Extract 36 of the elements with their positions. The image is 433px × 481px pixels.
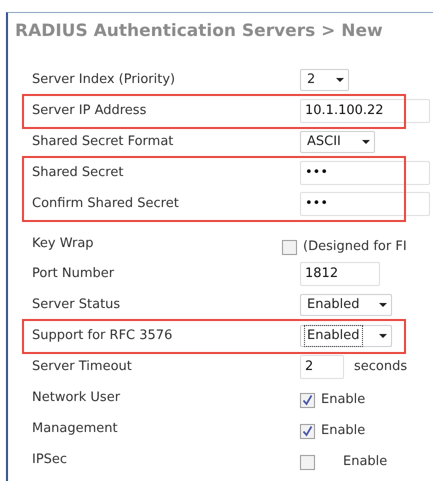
field-label: Port Number: [31, 265, 116, 284]
field-label: Server Status: [31, 296, 122, 314]
field-label: IPSec: [31, 451, 68, 470]
dropdown[interactable]: Enabled: [300, 294, 392, 316]
checkbox-label: Enable: [343, 453, 388, 472]
field-label: Key Wrap: [31, 234, 95, 252]
field-label: Support for RFC 3576: [31, 327, 174, 346]
checkbox-label: Enable: [321, 422, 366, 440]
field-label: Confirm Shared Secret: [31, 195, 180, 214]
checkbox[interactable]: [300, 392, 315, 408]
field-label: Server Timeout: [31, 358, 133, 376]
checkbox[interactable]: [282, 240, 297, 254]
caret-icon: [336, 78, 344, 82]
checkbox[interactable]: [300, 454, 315, 470]
field-label: Network User: [31, 389, 122, 408]
dropdown[interactable]: Enabled: [300, 325, 392, 347]
input-field[interactable]: 1812: [300, 262, 380, 286]
unit-label: seconds: [354, 358, 408, 376]
caret-icon: [379, 334, 387, 338]
checkbox[interactable]: [300, 424, 315, 438]
dropdown[interactable]: 2: [300, 69, 349, 91]
field-label: Shared Secret: [31, 164, 124, 182]
input-field[interactable]: •••: [300, 192, 430, 216]
page-title: RADIUS Authentication Servers > New: [15, 20, 383, 43]
caret-icon: [379, 303, 387, 307]
field-label: Management: [31, 420, 119, 438]
input-field[interactable]: 10.1.100.22: [300, 99, 430, 123]
field-label: Shared Secret Format: [31, 133, 174, 152]
input-field[interactable]: 2: [300, 355, 344, 379]
checkbox-label: (Designed for FI: [303, 238, 407, 256]
caret-icon: [362, 140, 370, 144]
dropdown[interactable]: ASCII: [300, 131, 375, 153]
input-field[interactable]: •••: [300, 161, 430, 185]
field-label: Server Index (Priority): [31, 71, 176, 90]
field-label: Server IP Address: [31, 102, 148, 120]
checkbox-label: Enable: [321, 391, 366, 410]
